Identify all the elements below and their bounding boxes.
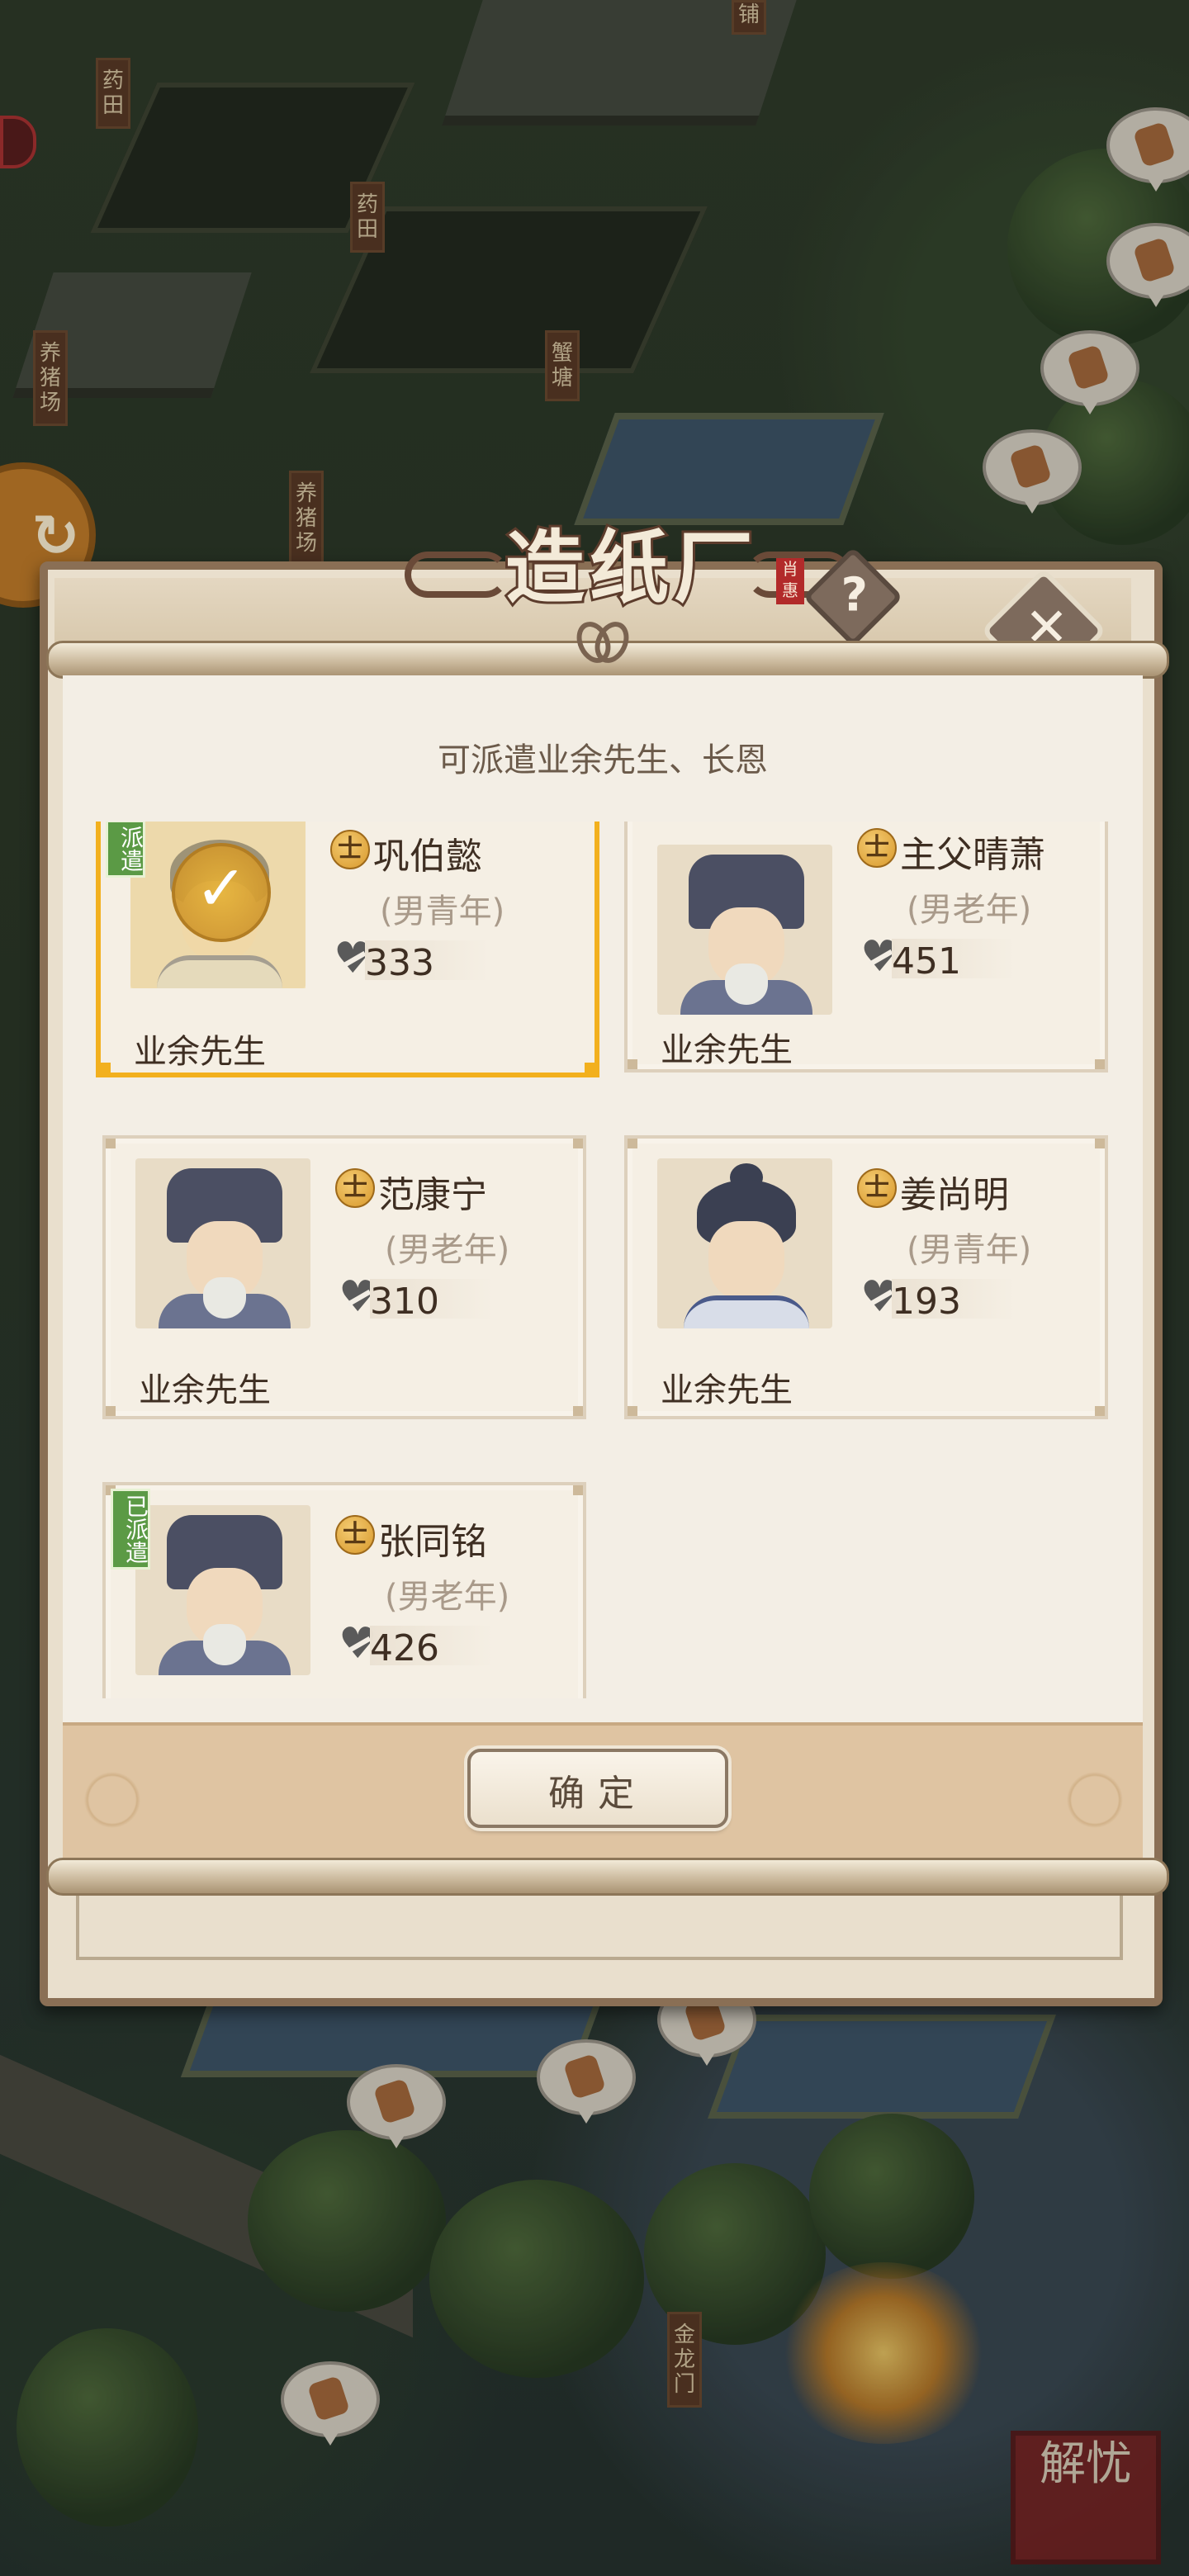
card-info: 士 巩伯懿 (男青年) 333 业余先生 — [101, 826, 594, 1074]
scholar-card[interactable]: 已派遣 士 张同铭 (男老年) 426 — [102, 1482, 586, 1698]
scholar-card[interactable]: ✓ 派遣 士 巩伯懿 (男青年) 333 业余先生 — [96, 822, 599, 1077]
scholar-avatar — [150, 1510, 299, 1675]
scholar-desc: (男老年) — [907, 891, 1032, 929]
card-corner — [573, 1406, 583, 1416]
charm-value-box: 310 — [370, 1279, 494, 1323]
scholar-card[interactable]: 士 主父晴萧 (男老年) 451 业余先生 — [624, 822, 1108, 1073]
card-corner — [1095, 1139, 1105, 1148]
gold-coin-icon: 士 — [857, 828, 897, 868]
card-info: 士 主父晴萧 (男老年) 451 业余先生 — [628, 825, 1105, 1073]
scroll-rod-bottom — [46, 1858, 1169, 1896]
scholar-name: 姜尚明 — [900, 1174, 1009, 1216]
dispatched-tag: 已派遣 — [111, 1489, 150, 1570]
scholar-avatar — [672, 1163, 821, 1328]
charm-value-box: 451 — [892, 939, 1016, 983]
dispatch-hint: 可派遣业余先生、长恩 — [438, 741, 768, 779]
charm-value: 426 — [370, 1627, 439, 1669]
scholar-name: 张同铭 — [378, 1521, 487, 1563]
scholar-desc: (男青年) — [380, 893, 505, 930]
scholar-card[interactable]: 士 姜尚明 (男青年) 193 业余先生 — [624, 1135, 1108, 1419]
card-corner — [1095, 1406, 1105, 1416]
help-icon: ? — [841, 568, 869, 623]
scholar-card[interactable]: 士 范康宁 (男老年) 310 业余先生 — [102, 1135, 586, 1419]
charm-value-box: 193 — [892, 1279, 1016, 1323]
card-corner — [628, 1406, 637, 1416]
scholar-avatar — [150, 1163, 299, 1328]
scroll-knot-ornament — [578, 613, 628, 670]
avatar-robe — [684, 1295, 809, 1328]
card-corner — [573, 1139, 583, 1148]
scholar-role: 业余先生 — [661, 1371, 793, 1409]
scholar-desc: (男老年) — [385, 1578, 510, 1616]
scholar-name: 主父晴萧 — [900, 834, 1045, 876]
modal-frame-lining — [76, 1891, 1123, 1960]
avatar-face — [708, 1221, 784, 1300]
charm-value-box: 333 — [365, 940, 489, 984]
charm-value: 193 — [892, 1281, 961, 1323]
scholar-desc: (男老年) — [385, 1231, 510, 1269]
charm-value: 310 — [370, 1281, 439, 1323]
charm-value-box: 426 — [370, 1626, 494, 1669]
title-seal: 肖惠 — [776, 558, 804, 604]
card-corner — [573, 1485, 583, 1495]
charm-value: 333 — [365, 942, 434, 984]
card-corner — [628, 1139, 637, 1148]
avatar-beard — [203, 1624, 246, 1665]
charm-value: 451 — [892, 940, 961, 983]
gold-coin-icon: 士 — [335, 1515, 375, 1555]
confirm-button[interactable]: 确定 — [467, 1749, 728, 1828]
scholar-role: 业余先生 — [661, 1031, 793, 1069]
gold-coin-icon: 士 — [330, 830, 370, 869]
scholar-name: 范康宁 — [378, 1174, 487, 1216]
card-corner — [106, 1406, 116, 1416]
confirm-label: 确定 — [548, 1773, 647, 1815]
gold-coin-icon: 士 — [335, 1168, 375, 1208]
scholar-avatar — [672, 850, 821, 1015]
card-corner — [106, 1139, 116, 1148]
modal-title: 造纸厂 — [503, 519, 758, 617]
scholar-desc: (男青年) — [907, 1231, 1032, 1269]
scholar-name: 巩伯懿 — [373, 836, 482, 878]
gold-coin-icon: 士 — [857, 1168, 897, 1208]
avatar-beard — [725, 964, 768, 1005]
scholar-role: 业余先生 — [134, 1033, 266, 1071]
avatar-beard — [203, 1277, 246, 1319]
scholar-list[interactable]: ✓ 派遣 士 巩伯懿 (男青年) 333 业余先生 士 主父晴萧 (男老年) — [91, 822, 1123, 1698]
scholar-role: 业余先生 — [139, 1371, 271, 1409]
